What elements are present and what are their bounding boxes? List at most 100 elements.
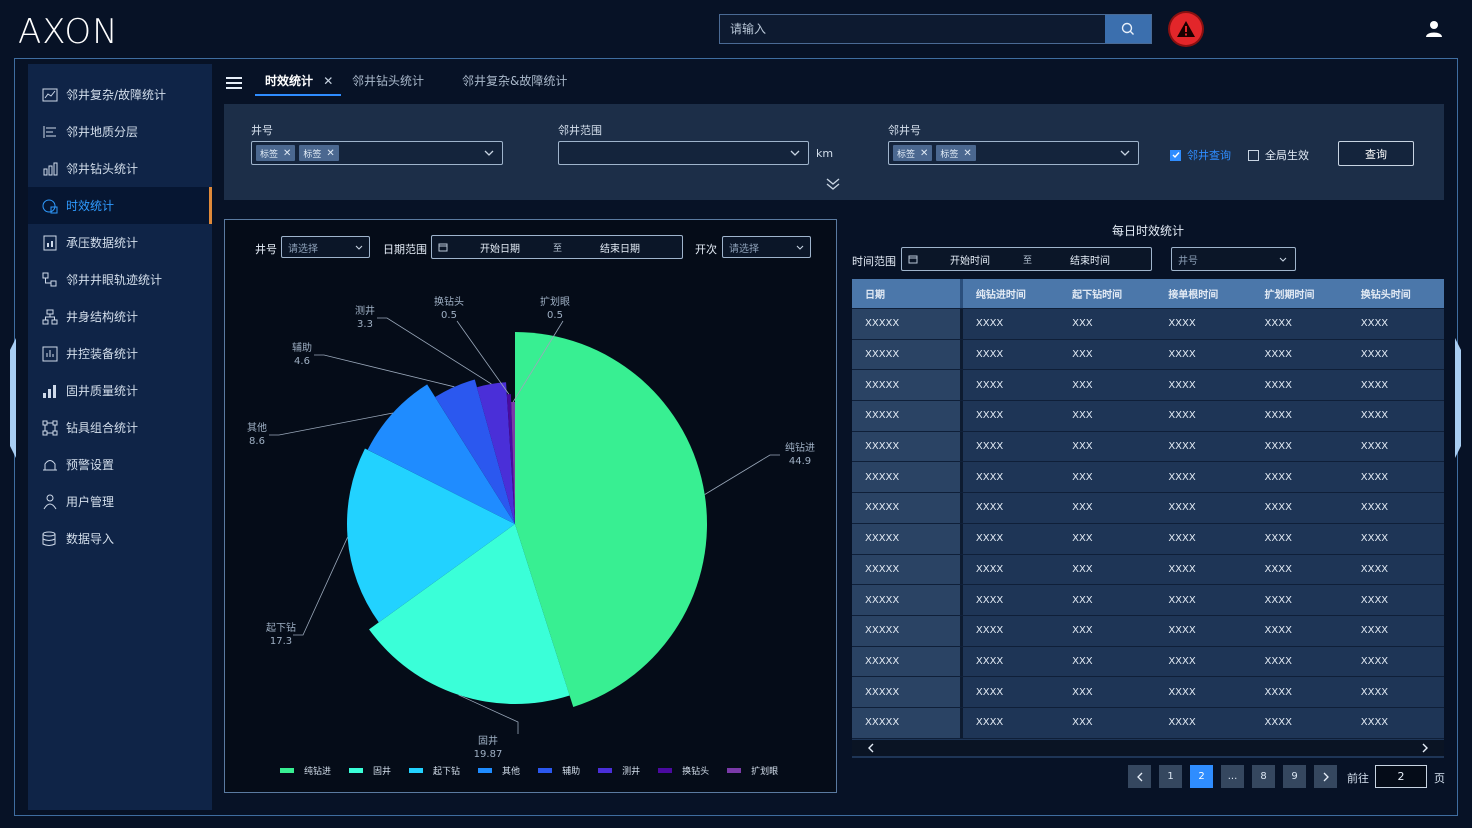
sidebar-item[interactable]: 邻井复杂/故障统计 bbox=[28, 76, 212, 113]
search-bar[interactable] bbox=[719, 14, 1152, 44]
search-button[interactable] bbox=[1105, 15, 1151, 43]
page-button[interactable]: 1 bbox=[1159, 765, 1182, 788]
table-cell: XXXX bbox=[975, 533, 1004, 545]
tag-close-icon[interactable]: ✕ bbox=[283, 148, 291, 159]
table-cell: XXXX bbox=[1360, 563, 1389, 575]
well-select[interactable]: 标签 ✕ 标签 ✕ bbox=[251, 141, 503, 165]
clock-icon bbox=[40, 196, 60, 216]
table-row[interactable]: XXXXX XXXX XXX XXXX XXXX XXXX bbox=[852, 339, 1444, 371]
global-checkbox[interactable]: 全局生效 bbox=[1248, 147, 1309, 163]
close-icon[interactable]: ✕ bbox=[323, 74, 333, 88]
chevron-right-icon[interactable] bbox=[1421, 743, 1429, 753]
search-input[interactable] bbox=[720, 15, 1105, 43]
legend-item[interactable]: 扩划眼 bbox=[727, 764, 778, 777]
chevron-right-icon bbox=[1323, 772, 1329, 781]
table-cell: XXXX bbox=[1264, 533, 1292, 545]
expand-chevron-icon[interactable] bbox=[825, 177, 841, 191]
tag-close-icon[interactable]: ✕ bbox=[920, 148, 928, 159]
table-cell: XXX bbox=[1072, 410, 1093, 422]
pie-label: 起下钻 bbox=[266, 621, 296, 634]
time-range-picker[interactable]: 开始时间 至 结束时间 bbox=[901, 247, 1152, 271]
sidebar-item[interactable]: 时效统计 bbox=[28, 187, 212, 224]
page-button[interactable]: 9 bbox=[1283, 765, 1306, 788]
legend-item[interactable]: 辅助 bbox=[538, 764, 580, 777]
user-button[interactable] bbox=[1425, 20, 1443, 42]
table-row[interactable]: XXXXX XXXX XXX XXXX XXXX XXXX bbox=[852, 309, 1444, 340]
range-select[interactable] bbox=[558, 141, 809, 165]
tag-close-icon[interactable]: ✕ bbox=[963, 148, 971, 159]
quality-icon bbox=[40, 381, 60, 401]
table-cell: XXXX bbox=[1168, 625, 1196, 637]
table-cell: XXXX bbox=[1168, 686, 1196, 698]
legend-swatch bbox=[280, 768, 294, 773]
table-row[interactable]: XXXXX XXXX XXX XXXX XXXX XXXX bbox=[852, 401, 1444, 432]
page-button[interactable]: 8 bbox=[1252, 765, 1275, 788]
adj-query-checkbox[interactable]: 邻井查询 bbox=[1170, 147, 1231, 163]
pie-leader-line bbox=[314, 354, 455, 388]
table-row[interactable]: XXXXX XXXX XXX XXXX XXXX XXXX bbox=[852, 615, 1444, 647]
chevron-left-icon[interactable] bbox=[867, 743, 875, 753]
tag-close-icon[interactable]: ✕ bbox=[326, 148, 334, 159]
page-button[interactable]: ... bbox=[1221, 765, 1244, 788]
table-row[interactable]: XXXXX XXXX XXX XXXX XXXX XXXX bbox=[852, 554, 1444, 586]
structure-icon bbox=[40, 307, 60, 327]
legend-item[interactable]: 换钻头 bbox=[658, 764, 709, 777]
table-cell: XXXX bbox=[1360, 594, 1389, 606]
legend-swatch bbox=[349, 768, 364, 773]
pie-leader-line bbox=[377, 317, 492, 385]
table-row[interactable]: XXXXX XXXX XXX XXXX XXXX XXXX bbox=[852, 370, 1444, 402]
table-row[interactable]: XXXXX XXXX XXX XXXX XXXX XXXX bbox=[852, 523, 1444, 555]
sidebar-item[interactable]: 钻具组合统计 bbox=[28, 409, 212, 446]
table-row[interactable]: XXXXX XXXX XXX XXXX XXXX XXXX bbox=[852, 462, 1444, 494]
table-row[interactable]: XXXXX XXXX XXX XXXX XXXX XXXX bbox=[852, 585, 1444, 616]
query-button[interactable]: 查询 bbox=[1338, 141, 1414, 166]
sidebar-item[interactable]: 邻井井眼轨迹统计 bbox=[28, 261, 212, 298]
table-cell: XXX bbox=[1072, 349, 1093, 361]
warning-icon bbox=[1177, 21, 1195, 37]
sidebar-item[interactable]: 固井质量统计 bbox=[28, 372, 212, 409]
legend-item[interactable]: 起下钻 bbox=[409, 764, 460, 777]
sidebar-item[interactable]: 邻井地质分层 bbox=[28, 113, 212, 150]
sidebar-item-label: 邻井复杂/故障统计 bbox=[66, 88, 167, 102]
table-row[interactable]: XXXXX XXXX XXX XXXX XXXX XXXX bbox=[852, 493, 1444, 524]
tab-bit-stats[interactable]: 邻井钻头统计 bbox=[352, 72, 424, 96]
table-row[interactable]: XXXXX XXXX XXX XXXX XXXX XXXX bbox=[852, 677, 1444, 708]
right-collapse-handle[interactable] bbox=[1455, 338, 1461, 458]
sidebar-item[interactable]: 邻井钻头统计 bbox=[28, 150, 212, 187]
alert-button[interactable] bbox=[1170, 13, 1202, 45]
tab-time-stats[interactable]: 时效统计 ✕ bbox=[255, 72, 341, 96]
pie-value-label: 0.5 bbox=[547, 310, 563, 321]
table-cell: XXXXX bbox=[852, 554, 963, 585]
horizontal-scrollbar[interactable] bbox=[852, 740, 1444, 756]
table-cell: XXXX bbox=[975, 379, 1004, 391]
menu-toggle-icon[interactable] bbox=[226, 76, 242, 90]
table-row[interactable]: XXXXX XXXX XXX XXXX XXXX XXXX bbox=[852, 707, 1444, 739]
sidebar-item[interactable]: 承压数据统计 bbox=[28, 224, 212, 261]
adj-well-select[interactable]: 标签 ✕ 标签 ✕ bbox=[888, 141, 1139, 165]
sidebar-item[interactable]: 用户管理 bbox=[28, 483, 212, 520]
sidebar-item[interactable]: 井控装备统计 bbox=[28, 335, 212, 372]
sidebar-item[interactable]: 预警设置 bbox=[28, 446, 212, 483]
left-collapse-handle[interactable] bbox=[10, 338, 16, 458]
next-page-button[interactable] bbox=[1314, 765, 1337, 788]
legend-item[interactable]: 测井 bbox=[598, 764, 640, 777]
table-row[interactable]: XXXXX XXXX XXX XXXX XXXX XXXX bbox=[852, 431, 1444, 463]
table-row[interactable]: XXXXX XXXX XXX XXXX XXXX XXXX bbox=[852, 646, 1444, 678]
prev-page-button[interactable] bbox=[1128, 765, 1151, 788]
sidebar-item[interactable]: 数据导入 bbox=[28, 520, 212, 557]
table-cell: XXXX bbox=[975, 410, 1004, 422]
sidebar-item[interactable]: 井身结构统计 bbox=[28, 298, 212, 335]
well-select[interactable]: 井号 bbox=[1171, 247, 1296, 271]
table-cell: XXX bbox=[1072, 379, 1093, 391]
legend-item[interactable]: 其他 bbox=[478, 764, 520, 777]
page-button[interactable]: 2 bbox=[1190, 765, 1213, 788]
table-cell: XXXX bbox=[1168, 441, 1196, 453]
pie-value-label: 17.3 bbox=[270, 636, 292, 647]
table-cell: XXXX bbox=[1264, 655, 1292, 667]
legend-swatch bbox=[538, 768, 553, 773]
legend-item[interactable]: 纯钻进 bbox=[280, 764, 331, 777]
tab-fault-stats[interactable]: 邻井复杂&故障统计 bbox=[462, 72, 567, 96]
goto-page-input[interactable] bbox=[1375, 765, 1427, 788]
legend-item[interactable]: 固井 bbox=[349, 764, 391, 777]
legend-label: 起下钻 bbox=[433, 767, 461, 777]
